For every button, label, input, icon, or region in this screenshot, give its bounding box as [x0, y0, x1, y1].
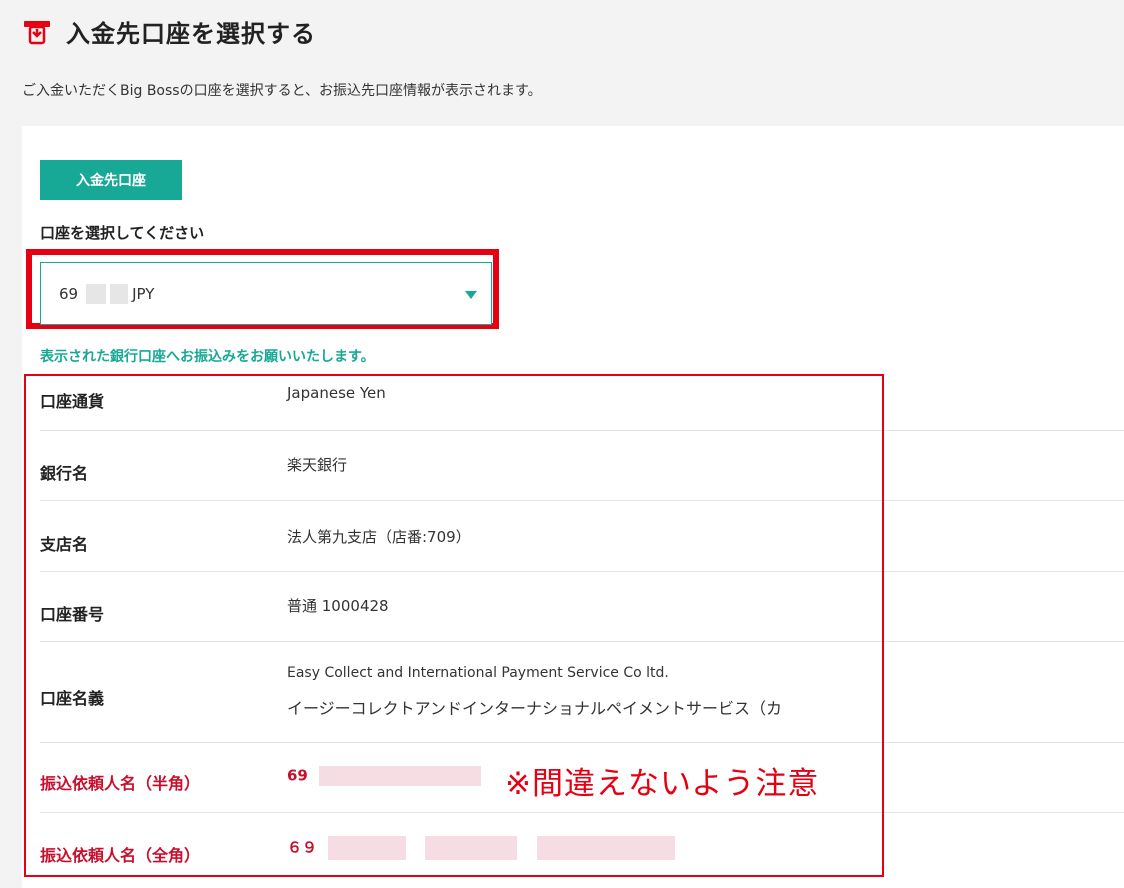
account-select-label: 口座を選択してください — [40, 224, 205, 242]
account-select-prefix: 69 — [59, 284, 79, 303]
redacted-block — [110, 283, 129, 304]
page-title: 入金先口座を選択する — [66, 20, 316, 48]
caution-annotation: ※間違えないよう注意 — [505, 766, 820, 802]
redacted-block — [86, 283, 107, 304]
account-select-suffix: JPY — [132, 284, 155, 303]
transfer-notice: 表示された銀行口座へお振込みをお願いいたします。 — [40, 349, 375, 365]
account-select[interactable]: 69 JPY — [40, 262, 492, 325]
page-description: ご入金いただくBig Bossの口座を選択すると、お振込先口座情報が表示されます… — [22, 83, 542, 99]
deposit-account-button[interactable]: 入金先口座 — [40, 160, 182, 200]
page-header: 入金先口座を選択する — [22, 14, 316, 49]
chevron-down-icon[interactable] — [465, 291, 477, 299]
deposit-bank-icon — [24, 20, 50, 44]
